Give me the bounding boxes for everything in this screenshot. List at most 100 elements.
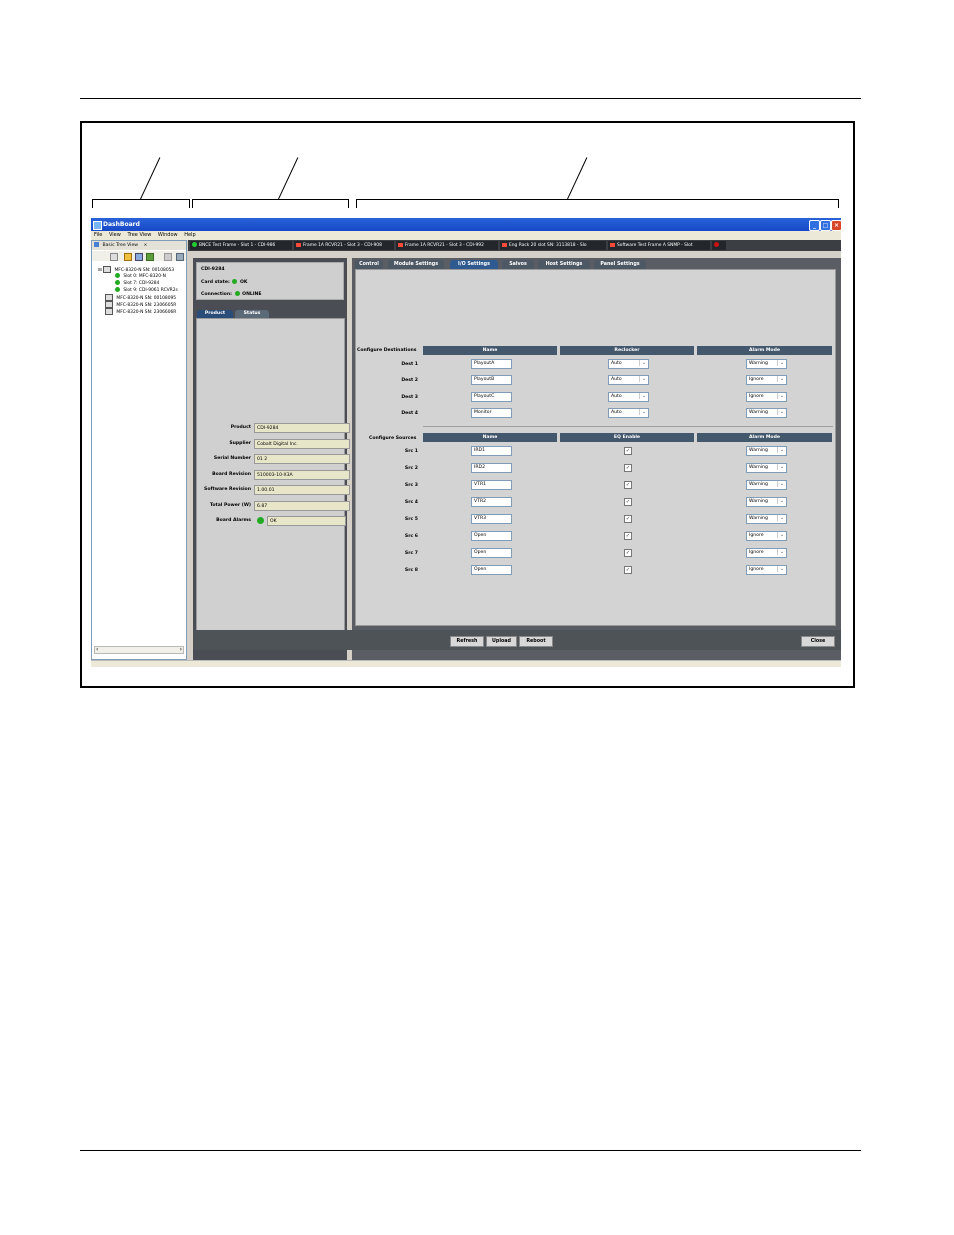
dest-2-alarm-select[interactable]: Ignore ⌄ <box>746 375 787 385</box>
tree-item-frame-4[interactable]: MFC-8320-N SN: 2306606R <box>105 308 176 315</box>
product-info-pane: Product CDI-9284 Supplier Cobalt Digital… <box>196 318 350 646</box>
chevron-down-icon: ⌄ <box>777 498 786 504</box>
dest-4-name-input[interactable]: Monitor <box>471 408 512 418</box>
src-3-eq-checkbox[interactable]: ✓ <box>624 481 632 489</box>
dest-1-reclocker-select[interactable]: Auto ⌄ <box>608 359 649 369</box>
menu-window[interactable]: Window <box>158 232 178 238</box>
src-8-label: Src 8 <box>404 568 418 573</box>
close-icon[interactable]: × <box>831 220 841 231</box>
src-7-eq-checkbox[interactable]: ✓ <box>624 549 632 557</box>
src-6-eq-checkbox[interactable]: ✓ <box>624 532 632 540</box>
src-2-alarm-select[interactable]: Warning ⌄ <box>746 463 787 473</box>
doc-tab-5[interactable]: Software Test Frame A SNMP - Slot <box>608 241 710 250</box>
connection-value: ONLINE <box>242 292 262 297</box>
menu-file[interactable]: File <box>94 232 102 238</box>
collapse-icon[interactable] <box>110 253 118 261</box>
src-7-alarm-select[interactable]: Ignore ⌄ <box>746 548 787 558</box>
add-icon[interactable] <box>146 253 154 261</box>
board-alarms-value: OK <box>267 516 346 526</box>
dest-2-name-input[interactable]: PlayoutB <box>471 375 512 385</box>
doc-tab-4[interactable]: Eng Rack 20 slot SN: 3113818 - Slo <box>500 241 606 250</box>
src-4-alarm-select[interactable]: Warning ⌄ <box>746 497 787 507</box>
src-8-alarm-select[interactable]: Ignore ⌄ <box>746 565 787 575</box>
src-5-eq-checkbox[interactable]: ✓ <box>624 515 632 523</box>
frame-icon <box>105 301 113 308</box>
edit-tree-icon[interactable] <box>135 253 143 261</box>
tree-horizontal-scrollbar[interactable]: ‹ › <box>94 646 184 654</box>
tab-panel-settings[interactable]: Panel Settings <box>594 260 646 269</box>
src-5-alarm-select[interactable]: Warning ⌄ <box>746 514 787 524</box>
document-tab-strip: BNCE Test Frame - Slot 1 - CDI-986 Frame… <box>188 240 841 251</box>
tree-item-slot-9[interactable]: Slot 9: CDI-9061 RCVR2s <box>115 287 178 294</box>
menu-tree-view[interactable]: Tree View <box>127 232 151 238</box>
src-1-name-input[interactable]: IRD1 <box>471 446 512 456</box>
dest-3-name-input[interactable]: PlayoutC <box>471 392 512 402</box>
refresh-tree-icon[interactable] <box>124 253 132 261</box>
tab-io-settings[interactable]: I/O Settings <box>450 260 498 269</box>
tree-item-frame-3[interactable]: MFC-8320-N SN: 2306605R <box>105 301 176 308</box>
tree-item-slot-0[interactable]: Slot 0: MFC-8320-N <box>115 273 166 280</box>
dest-1-name-input[interactable]: PlayoutA <box>471 359 512 369</box>
dest-3-alarm-select[interactable]: Ignore ⌄ <box>746 392 787 402</box>
src-5-name-input[interactable]: VTR3 <box>471 514 512 524</box>
doc-tab-1[interactable]: BNCE Test Frame - Slot 1 - CDI-986 <box>190 241 292 250</box>
src-3-alarm-select[interactable]: Warning ⌄ <box>746 480 787 490</box>
tree-close-icon[interactable]: × <box>144 243 148 248</box>
scroll-left-icon[interactable]: ‹ <box>96 646 98 653</box>
card-status-box: CDI-9284 Card state: OK Connection: ONLI… <box>196 262 344 300</box>
dest-4-alarm-select[interactable]: Warning ⌄ <box>746 408 787 418</box>
dest-1-alarm-select[interactable]: Warning ⌄ <box>746 359 787 369</box>
refresh-button[interactable]: Refresh <box>450 636 484 647</box>
doc-tab-2[interactable]: Frame 1A RCVR21 - Slot 3 - CDI-908 <box>294 241 394 250</box>
upload-button[interactable]: Upload <box>486 636 517 647</box>
minimize-icon[interactable]: _ <box>809 220 820 231</box>
src-1-eq-checkbox[interactable]: ✓ <box>624 447 632 455</box>
src-6-alarm-select[interactable]: Ignore ⌄ <box>746 531 787 541</box>
chevron-down-icon: ⌄ <box>777 566 786 572</box>
tab-module-settings[interactable]: Module Settings <box>388 260 444 269</box>
src-3-name-input[interactable]: VTR1 <box>471 480 512 490</box>
tree-item-frame-1[interactable]: ⊟ MFC-8320-N SN: 00108053 <box>98 266 174 273</box>
scroll-right-icon[interactable]: › <box>180 646 182 653</box>
dest-2-reclocker-select[interactable]: Auto ⌄ <box>608 375 649 385</box>
chevron-down-icon: ⌄ <box>777 481 786 487</box>
tree-item-frame-2[interactable]: MFC-8320-N SN: 00108095 <box>105 294 176 301</box>
dest-3-reclocker-select[interactable]: Auto ⌄ <box>608 392 649 402</box>
frame-tab-icon <box>398 242 403 247</box>
src-eq-enable-header: EQ Enable <box>560 433 694 442</box>
dest-4-reclocker-select[interactable]: Auto ⌄ <box>608 408 649 418</box>
remove-icon[interactable] <box>164 253 172 261</box>
dest-alarm-header: Alarm Mode <box>697 346 832 355</box>
chevron-down-icon: ⌄ <box>639 360 648 366</box>
maximize-icon[interactable]: □ <box>820 220 831 231</box>
reboot-button[interactable]: Reboot <box>519 636 553 647</box>
src-1-alarm-select[interactable]: Warning ⌄ <box>746 446 787 456</box>
doc-tab-label: Frame 1A RCVR21 - Slot 3 - CDI-908 <box>303 243 382 248</box>
doc-tab-label: Software Test Frame A SNMP - Slot <box>617 243 693 248</box>
doc-tab-active[interactable] <box>712 241 726 250</box>
status-strip <box>91 660 841 667</box>
src-7-name-input[interactable]: Open <box>471 548 512 558</box>
expand-icon[interactable]: ⊟ <box>98 268 102 273</box>
tree-item-label: Slot 0: MFC-8320-N <box>123 274 166 279</box>
card-name: CDI-9284 <box>201 267 225 272</box>
src-8-eq-checkbox[interactable]: ✓ <box>624 566 632 574</box>
tab-product[interactable]: Product <box>197 310 233 318</box>
tab-salvos[interactable]: Salvos <box>502 260 534 269</box>
menu-help[interactable]: Help <box>184 232 195 238</box>
src-2-eq-checkbox[interactable]: ✓ <box>624 464 632 472</box>
doc-tab-3[interactable]: Frame 1A RCVR21 - Slot 3 - CDI-992 <box>396 241 498 250</box>
src-4-eq-checkbox[interactable]: ✓ <box>624 498 632 506</box>
menu-view[interactable]: View <box>109 232 121 238</box>
tab-status[interactable]: Status <box>235 310 269 318</box>
src-4-name-input[interactable]: VTR2 <box>471 497 512 507</box>
src-2-name-input[interactable]: IRD2 <box>471 463 512 473</box>
tree-options-icon[interactable] <box>176 253 184 261</box>
tab-host-settings[interactable]: Host Settings <box>538 260 590 269</box>
tab-control[interactable]: Control <box>355 260 383 269</box>
tree-item-slot-7[interactable]: Slot 7: CDI-9284 <box>115 280 159 287</box>
close-button[interactable]: Close <box>801 636 835 647</box>
chevron-down-icon: ⌄ <box>777 532 786 538</box>
src-6-name-input[interactable]: Open <box>471 531 512 541</box>
src-8-name-input[interactable]: Open <box>471 565 512 575</box>
